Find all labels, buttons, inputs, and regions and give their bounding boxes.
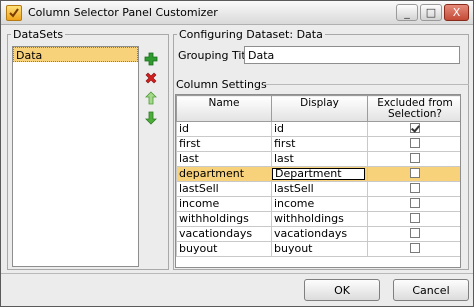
cell-name[interactable]: lastSell	[176, 181, 272, 197]
column-settings-label: Column Settings	[176, 78, 267, 91]
cell-name[interactable]: last	[176, 151, 272, 167]
cell-name[interactable]: first	[176, 136, 272, 152]
grouping-title-input[interactable]	[244, 46, 460, 64]
cell-display[interactable]: withholdings	[271, 211, 368, 227]
cell-display[interactable]: id	[271, 121, 368, 137]
table-row[interactable]: withholdings withholdings	[176, 211, 460, 227]
cell-name[interactable]: department	[176, 166, 272, 182]
excluded-checkbox[interactable]	[410, 243, 420, 253]
dialog-window: Column Selector Panel Customizer _ □ X D…	[0, 0, 474, 307]
excluded-checkbox[interactable]	[410, 183, 420, 193]
table-row[interactable]: department Department	[176, 166, 460, 182]
cell-name[interactable]: id	[176, 121, 272, 137]
cell-name[interactable]: income	[176, 196, 272, 212]
close-button[interactable]: X	[444, 4, 469, 21]
move-down-icon	[145, 111, 157, 128]
table-row[interactable]: first first	[176, 136, 460, 152]
add-icon	[144, 52, 158, 69]
maximize-button[interactable]: □	[420, 4, 442, 21]
cell-excluded	[367, 226, 460, 242]
cell-excluded	[367, 196, 460, 212]
excluded-checkbox[interactable]	[410, 168, 420, 178]
column-settings-divider	[263, 84, 469, 85]
cell-display[interactable]: income	[271, 196, 368, 212]
cell-display[interactable]: lastSell	[271, 181, 368, 197]
cell-excluded	[367, 181, 460, 197]
cell-excluded	[367, 241, 460, 257]
column-header-display[interactable]: Display	[271, 95, 368, 122]
excluded-checkbox[interactable]	[410, 153, 420, 163]
column-settings-table[interactable]: Name Display Excluded from Selection? id…	[175, 94, 461, 268]
cell-name[interactable]: withholdings	[176, 211, 272, 227]
minimize-button[interactable]: _	[396, 4, 418, 21]
excluded-checkbox[interactable]	[410, 228, 420, 238]
footer-divider	[1, 273, 473, 274]
cancel-button[interactable]: Cancel	[393, 279, 469, 301]
cell-excluded	[367, 136, 460, 152]
ok-button[interactable]: OK	[304, 279, 380, 301]
move-down-button[interactable]	[143, 111, 159, 127]
cell-excluded	[367, 211, 460, 227]
add-dataset-button[interactable]	[143, 52, 159, 68]
app-icon	[6, 5, 22, 21]
cell-excluded	[367, 151, 460, 167]
cell-display[interactable]: first	[271, 136, 368, 152]
cell-display[interactable]: last	[271, 151, 368, 167]
excluded-checkbox[interactable]	[410, 198, 420, 208]
title-bar[interactable]: Column Selector Panel Customizer _ □ X	[1, 1, 473, 25]
excluded-checkbox[interactable]	[410, 138, 420, 148]
excluded-checkbox[interactable]	[410, 123, 420, 133]
delete-dataset-button[interactable]	[143, 71, 159, 87]
table-row[interactable]: buyout buyout	[176, 241, 460, 257]
list-item[interactable]: Data	[13, 47, 138, 62]
cell-display[interactable]: vacationdays	[271, 226, 368, 242]
window-title: Column Selector Panel Customizer	[28, 6, 218, 19]
move-up-icon	[145, 90, 157, 108]
column-header-excluded[interactable]: Excluded from Selection?	[367, 95, 460, 122]
cell-display[interactable]: Department	[271, 166, 368, 182]
column-header-name[interactable]: Name	[176, 95, 272, 122]
datasets-legend: DataSets	[13, 28, 64, 41]
display-edit-field[interactable]: Department	[272, 168, 365, 180]
table-row[interactable]: id id	[176, 121, 460, 137]
cell-name[interactable]: vacationdays	[176, 226, 272, 242]
cell-excluded	[367, 121, 460, 137]
excluded-checkbox[interactable]	[410, 213, 420, 223]
cell-display[interactable]: buyout	[271, 241, 368, 257]
table-row[interactable]: vacationdays vacationdays	[176, 226, 460, 242]
move-up-button[interactable]	[143, 90, 159, 108]
table-row[interactable]: lastSell lastSell	[176, 181, 460, 197]
table-row[interactable]: income income	[176, 196, 460, 212]
config-legend: Configuring Dataset: Data	[179, 28, 323, 41]
cell-name[interactable]: buyout	[176, 241, 272, 257]
cell-excluded	[367, 166, 460, 182]
datasets-list[interactable]: Data	[12, 46, 139, 267]
delete-icon	[144, 71, 158, 88]
table-row[interactable]: last last	[176, 151, 460, 167]
table-header-row: Name Display Excluded from Selection?	[176, 95, 460, 122]
